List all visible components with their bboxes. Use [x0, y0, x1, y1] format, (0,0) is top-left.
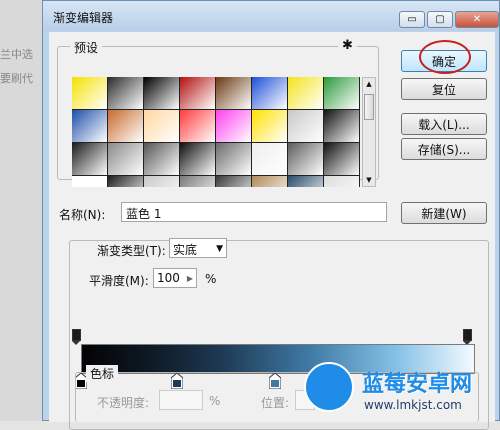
opacity-label: 不透明度:	[97, 396, 150, 410]
preset-swatch[interactable]	[252, 143, 287, 175]
preset-swatch[interactable]	[144, 110, 179, 142]
new-button[interactable]: 新建(W)	[401, 202, 487, 224]
preset-swatch[interactable]	[180, 143, 215, 175]
preset-swatch[interactable]	[288, 110, 323, 142]
smoothness-input[interactable]: 100 ▶	[153, 268, 197, 288]
preset-swatch[interactable]	[252, 77, 287, 109]
name-label: 名称(N):	[59, 208, 106, 222]
name-input[interactable]: 蓝色 1	[121, 202, 387, 222]
presets-label: 预设	[70, 39, 103, 56]
preset-swatch[interactable]	[216, 77, 251, 109]
opacity-unit: %	[209, 394, 221, 408]
opacity-stop-left[interactable]	[72, 329, 81, 345]
preset-swatch[interactable]	[288, 176, 323, 187]
preset-swatch[interactable]	[216, 110, 251, 142]
background-text-2: 要刷代	[0, 72, 33, 85]
preset-swatch[interactable]	[324, 77, 359, 109]
preset-swatch[interactable]	[216, 143, 251, 175]
preset-swatch[interactable]	[288, 143, 323, 175]
preset-swatch[interactable]	[108, 77, 143, 109]
watermark-logo: 蓝莓安卓网 www.lmkjst.com	[296, 356, 500, 421]
highlight-circle-annotation	[419, 40, 471, 74]
gradient-type-label: 渐变类型(T):	[97, 244, 166, 258]
preset-swatch[interactable]	[324, 176, 359, 187]
preset-swatch-grid	[72, 77, 360, 187]
preset-swatch[interactable]	[324, 110, 359, 142]
preset-swatch[interactable]	[180, 77, 215, 109]
gradient-type-value: 实底	[173, 243, 198, 257]
window-title: 渐变编辑器	[53, 11, 114, 25]
android-logo-icon	[304, 362, 354, 412]
load-button[interactable]: 载入(L)...	[401, 113, 487, 135]
preset-swatch[interactable]	[144, 143, 179, 175]
preset-swatch[interactable]	[144, 77, 179, 109]
scroll-thumb[interactable]	[364, 94, 374, 120]
preset-swatch[interactable]	[72, 77, 107, 109]
preset-swatch[interactable]	[72, 110, 107, 142]
presets-group: 预设 ✱ ▲ ▼	[57, 38, 379, 187]
preset-swatch[interactable]	[108, 143, 143, 175]
preset-swatch[interactable]	[324, 143, 359, 175]
gear-icon[interactable]: ✱	[338, 38, 357, 53]
color-stops-label: 色标	[86, 365, 119, 382]
preset-swatch[interactable]	[252, 176, 287, 187]
close-button[interactable]: ✕	[455, 11, 499, 28]
background-text-1: 兰中选	[0, 48, 33, 61]
reset-button[interactable]: 复位	[401, 78, 487, 100]
preset-swatch[interactable]	[72, 143, 107, 175]
opacity-input[interactable]	[159, 390, 203, 410]
preset-swatch[interactable]	[180, 176, 215, 187]
watermark-brand: 蓝莓安卓网	[362, 372, 473, 397]
preset-swatch[interactable]	[144, 176, 179, 187]
preset-swatch[interactable]	[216, 176, 251, 187]
preset-swatch[interactable]	[252, 110, 287, 142]
minimize-button[interactable]: ▭	[399, 11, 425, 28]
opacity-stop-right[interactable]	[463, 329, 472, 345]
preset-swatch[interactable]	[72, 176, 107, 187]
gradient-type-select[interactable]: 实底 ▼	[169, 238, 227, 258]
preset-swatch[interactable]	[180, 110, 215, 142]
background-panel: 兰中选 要刷代	[0, 0, 46, 421]
save-button[interactable]: 存储(S)...	[401, 138, 487, 160]
dropdown-arrow-icon: ▼	[216, 244, 223, 254]
scroll-up-icon[interactable]: ▲	[363, 78, 375, 90]
scroll-down-icon[interactable]: ▼	[363, 174, 375, 186]
preset-swatch[interactable]	[288, 77, 323, 109]
presets-scrollbar[interactable]: ▲ ▼	[362, 77, 376, 187]
title-bar: 渐变编辑器 ▭ ▢ ✕	[43, 1, 499, 31]
preset-swatch[interactable]	[108, 176, 143, 187]
watermark-url: www.lmkjst.com	[364, 398, 462, 412]
smoothness-stepper-icon[interactable]: ▶	[187, 274, 193, 285]
position-label: 位置:	[261, 396, 290, 410]
maximize-button[interactable]: ▢	[427, 11, 453, 28]
smoothness-value: 100	[157, 271, 180, 285]
preset-swatch[interactable]	[108, 110, 143, 142]
smoothness-unit: %	[205, 272, 217, 286]
smoothness-label: 平滑度(M):	[89, 274, 149, 288]
